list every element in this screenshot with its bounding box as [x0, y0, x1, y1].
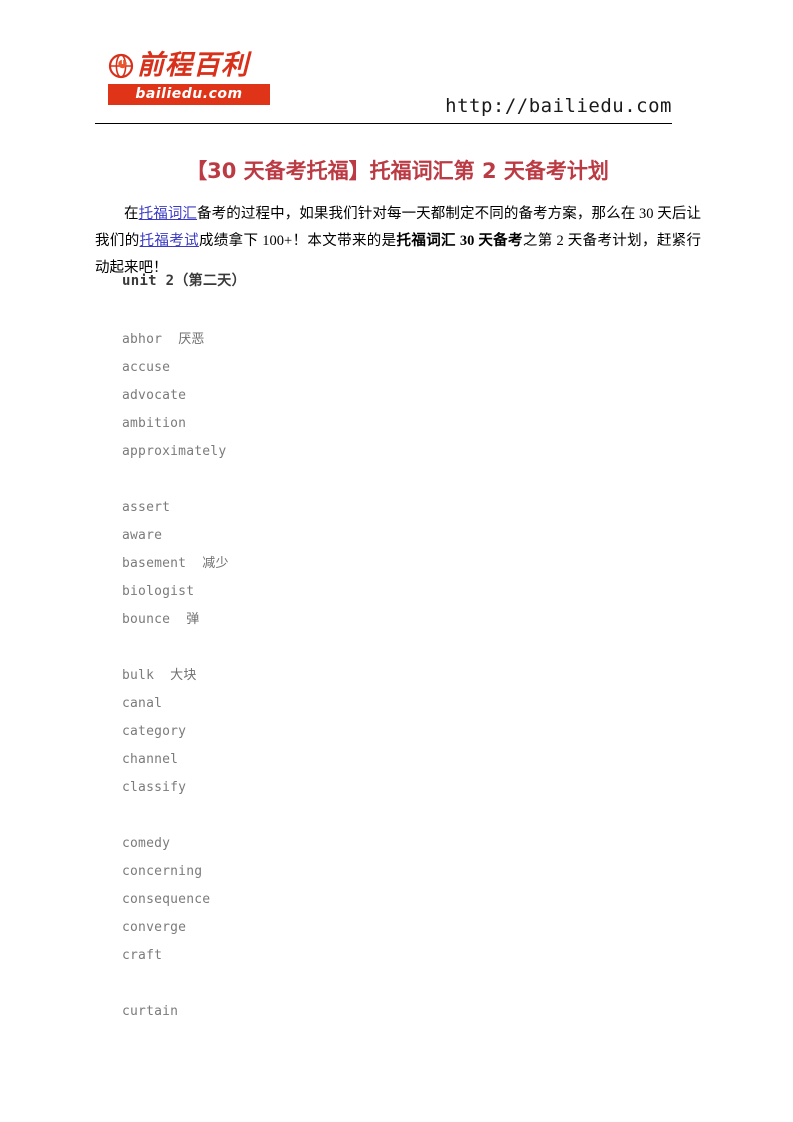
- intro-emphasis: 托福词汇 30 天备考: [396, 232, 523, 249]
- word-term: craft: [122, 948, 163, 963]
- word-entry: curtain: [122, 998, 622, 1026]
- word-entry: abhor 厌恶: [122, 326, 622, 354]
- word-gloss: 弹: [186, 612, 200, 627]
- site-url[interactable]: http://bailiedu.com: [445, 95, 672, 117]
- word-entry: aware: [122, 522, 622, 550]
- logo-domain-bar: bailiedu.com: [108, 84, 270, 105]
- word-entry: canal: [122, 690, 622, 718]
- word-entry: biologist: [122, 578, 622, 606]
- intro-text-1: 在: [124, 205, 139, 222]
- word-entry: channel: [122, 746, 622, 774]
- word-entry: category: [122, 718, 622, 746]
- word-entry: approximately: [122, 438, 622, 466]
- word-term: ambition: [122, 416, 187, 431]
- word-group: abhor 厌恶 accuse advocate ambition approximat…: [122, 326, 622, 466]
- word-term: accuse: [122, 360, 171, 375]
- word-entry: concerning: [122, 858, 622, 886]
- word-term: advocate: [122, 388, 187, 403]
- word-term: abhor: [122, 332, 163, 347]
- word-term: bounce: [122, 612, 171, 627]
- word-term: concerning: [122, 864, 203, 879]
- document-page: 前程百利 bailiedu.com http://bailiedu.com 【3…: [0, 0, 793, 1122]
- unit-heading: unit 2（第二天）: [122, 273, 246, 289]
- word-term: assert: [122, 500, 171, 515]
- vocabulary-list: abhor 厌恶 accuse advocate ambition approximat…: [122, 326, 622, 1026]
- word-entry: accuse: [122, 354, 622, 382]
- word-term: approximately: [122, 444, 227, 459]
- word-term: aware: [122, 528, 163, 543]
- word-entry: assert: [122, 494, 622, 522]
- word-entry: bounce 弹: [122, 606, 622, 634]
- word-gloss: 减少: [202, 556, 229, 571]
- word-entry: basement 减少: [122, 550, 622, 578]
- word-entry: converge: [122, 914, 622, 942]
- logo-brand-domain: bailiedu.com: [135, 86, 243, 102]
- page-title: 【30 天备考托福】托福词汇第 2 天备考计划: [186, 159, 609, 184]
- link-toefl-exam[interactable]: 托福考试: [140, 233, 199, 249]
- word-term: classify: [122, 780, 187, 795]
- word-entry: craft: [122, 942, 622, 970]
- word-term: biologist: [122, 584, 195, 599]
- link-toefl-vocabulary[interactable]: 托福词汇: [139, 206, 197, 222]
- word-term: converge: [122, 920, 187, 935]
- word-term: basement: [122, 556, 187, 571]
- word-group: bulk 大块 canal category channel classify: [122, 662, 622, 802]
- header-divider: [95, 123, 672, 124]
- word-gloss: 厌恶: [178, 332, 205, 347]
- word-group: comedy concerning consequence converge craft: [122, 830, 622, 970]
- logo-wordmark-row: 前程百利: [108, 50, 278, 82]
- site-header: 前程百利 bailiedu.com http://bailiedu.com: [95, 40, 672, 125]
- word-group: assert aware basement 减少 biologist bounce 弹: [122, 494, 622, 634]
- word-entry: ambition: [122, 410, 622, 438]
- word-term: comedy: [122, 836, 171, 851]
- word-entry: comedy: [122, 830, 622, 858]
- site-logo[interactable]: 前程百利 bailiedu.com: [108, 50, 278, 105]
- word-group: curtain: [122, 998, 622, 1026]
- word-term: bulk: [122, 668, 155, 683]
- word-entry: bulk 大块: [122, 662, 622, 690]
- word-term: consequence: [122, 892, 211, 907]
- word-gloss: 大块: [170, 668, 197, 683]
- word-entry: consequence: [122, 886, 622, 914]
- globe-icon: [108, 53, 134, 79]
- word-term: category: [122, 724, 187, 739]
- word-term: curtain: [122, 1004, 179, 1019]
- word-term: canal: [122, 696, 163, 711]
- word-entry: advocate: [122, 382, 622, 410]
- logo-brand-cn: 前程百利: [137, 50, 249, 81]
- word-term: channel: [122, 752, 179, 767]
- intro-text-3: 成绩拿下 100+！本文带来的是: [198, 232, 397, 249]
- word-entry: classify: [122, 774, 622, 802]
